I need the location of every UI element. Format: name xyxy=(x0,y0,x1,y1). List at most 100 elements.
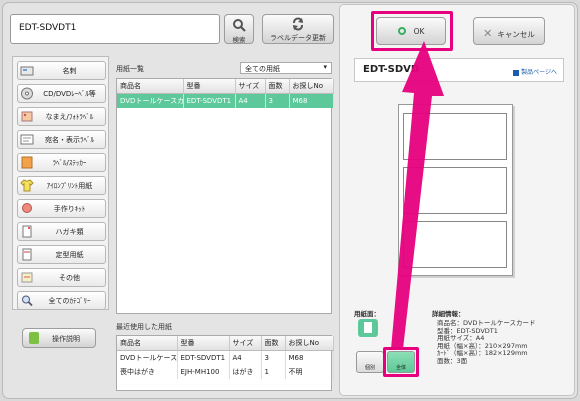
cancel-label: キャンセル xyxy=(497,30,535,39)
search-button-label: 検索 xyxy=(232,36,246,44)
cell: EDT-SDVDT1 xyxy=(183,93,236,108)
help-button[interactable]: 操作説明 xyxy=(22,328,96,348)
cell: M68 xyxy=(285,350,334,365)
col-header[interactable]: 面数 xyxy=(261,336,286,351)
cell: 1 xyxy=(261,365,286,379)
filter-value: 全ての用紙 xyxy=(245,65,280,73)
search-icon xyxy=(22,295,33,307)
recent-list-table: 商品名 型番 サイズ 面数 お探しNo DVDトールケース EDT-SDVDT1… xyxy=(116,335,334,391)
paper-list-table: 商品名 型番 サイズ 面数 お探しNo DVDトールケースカー EDT-SDVD… xyxy=(116,78,334,314)
label-area xyxy=(403,113,507,160)
table-header: 商品名 型番 サイズ 面数 お探しNo xyxy=(117,79,334,94)
view-single-button[interactable]: 個別 xyxy=(356,351,384,373)
col-header[interactable]: お探しNo xyxy=(285,336,334,351)
product-page-link[interactable]: 製品ページへ xyxy=(513,67,557,76)
category-handmade-kit[interactable]: 手作りｷｯﾄ xyxy=(17,199,106,218)
cell: DVDトールケースカー xyxy=(117,93,184,108)
help-button-label: 操作説明 xyxy=(52,335,80,343)
category-label-sticker[interactable]: ﾗﾍﾞﾙ/ｽﾃｯｶｰ xyxy=(17,153,106,172)
paper-face-label: 用紙面： xyxy=(354,310,380,318)
table-row[interactable]: 喪中はがき EJH-MH100 はがき 1 不明 xyxy=(117,365,334,379)
view-whole-button[interactable]: 全体 xyxy=(387,351,415,373)
col-header[interactable]: 商品名 xyxy=(117,79,184,94)
category-label: ｱｲﾛﾝﾌﾟﾘﾝﾄ用紙 xyxy=(46,182,93,190)
category-label: なまえ/ﾌｫﾄﾗﾍﾞﾙ xyxy=(45,113,94,121)
category-label: CD/DVDﾚｰﾍﾞﾙ等 xyxy=(43,90,96,98)
ok-label: OK xyxy=(413,27,425,36)
col-header[interactable]: 型番 xyxy=(183,79,236,94)
search-icon xyxy=(233,19,246,32)
paper-face-selector[interactable] xyxy=(358,319,378,337)
cell: 3 xyxy=(261,350,286,365)
other-icon xyxy=(21,272,33,283)
category-all[interactable]: 全てのｶﾃｺﾞﾘｰ xyxy=(17,291,106,310)
category-address[interactable]: 宛名・表示ﾗﾍﾞﾙ xyxy=(17,130,106,149)
tshirt-icon xyxy=(20,179,34,192)
table-header: 商品名 型番 サイズ 面数 お探しNo xyxy=(117,336,334,351)
category-label: 手作りｷｯﾄ xyxy=(53,205,86,213)
refresh-icon xyxy=(293,17,303,31)
col-header[interactable]: お探しNo xyxy=(289,79,334,94)
cell: はがき xyxy=(229,365,262,379)
product-name: EDT-SDVD xyxy=(363,64,420,75)
tag-icon xyxy=(21,111,33,122)
close-icon: ✕ xyxy=(483,27,493,40)
paper-icon xyxy=(22,248,32,261)
kit-icon xyxy=(22,203,32,213)
col-header[interactable]: 面数 xyxy=(265,79,290,94)
cell: 喪中はがき xyxy=(117,365,178,379)
product-link-label: 製品ページへ xyxy=(521,69,557,76)
col-header[interactable]: 型番 xyxy=(177,336,230,351)
paper-list-title: 用紙一覧 xyxy=(116,65,144,73)
chevron-down-icon: ▾ xyxy=(323,63,327,71)
col-header[interactable]: サイズ xyxy=(235,79,266,94)
external-link-icon xyxy=(513,69,520,76)
category-label: 宛名・表示ﾗﾍﾞﾙ xyxy=(45,136,94,144)
detail-line: 面数：3面 xyxy=(437,356,468,365)
view-single-label: 個別 xyxy=(364,365,375,371)
cancel-button[interactable]: ✕ キャンセル xyxy=(473,17,545,45)
paper-preview xyxy=(398,104,513,276)
update-button-label: ラベルデータ更新 xyxy=(270,34,326,42)
category-cd-dvd[interactable]: CD/DVDﾚｰﾍﾞﾙ等 xyxy=(17,84,106,103)
cell: A4 xyxy=(235,93,266,108)
cell: M68 xyxy=(289,93,334,108)
category-iron-print[interactable]: ｱｲﾛﾝﾌﾟﾘﾝﾄ用紙 xyxy=(17,176,106,195)
cell: EDT-SDVDT1 xyxy=(177,350,230,365)
category-label: ハガキ類 xyxy=(55,228,84,236)
search-input[interactable]: EDT-SDVDT1 xyxy=(10,14,220,44)
view-whole-label: 全体 xyxy=(395,365,406,371)
cell: 3 xyxy=(265,93,290,108)
postcard-icon xyxy=(22,225,32,238)
update-label-data-button[interactable]: ラベルデータ更新 xyxy=(262,14,334,44)
ok-circle-icon xyxy=(397,27,406,35)
category-meishi[interactable]: 名刺 xyxy=(17,61,106,80)
category-other[interactable]: その他 xyxy=(17,268,106,287)
sticker-icon xyxy=(21,156,33,169)
cell: DVDトールケース xyxy=(117,350,178,365)
cell: EJH-MH100 xyxy=(177,365,230,379)
table-row[interactable]: DVDトールケース EDT-SDVDT1 A4 3 M68 xyxy=(117,350,334,365)
category-label: 定型用紙 xyxy=(55,251,84,259)
col-header[interactable]: 商品名 xyxy=(117,336,178,351)
cell: A4 xyxy=(229,350,262,365)
category-label: ﾗﾍﾞﾙ/ｽﾃｯｶｰ xyxy=(52,159,87,167)
category-label: 全てのｶﾃｺﾞﾘｰ xyxy=(48,297,91,305)
details-text: 商品名：DVDトールケースカード 型番：EDT-SDVDT1 用紙サイズ：A4 … xyxy=(437,319,536,365)
category-name-photo[interactable]: なまえ/ﾌｫﾄﾗﾍﾞﾙ xyxy=(17,107,106,126)
details-title: 詳細情報： xyxy=(432,310,465,318)
search-button[interactable]: 検索 xyxy=(224,14,254,44)
beginner-icon xyxy=(29,332,39,344)
category-sidebar: 名刺 CD/DVDﾚｰﾍﾞﾙ等 なまえ/ﾌｫﾄﾗﾍﾞﾙ 宛名・表示ﾗﾍﾞﾙ ﾗﾍ… xyxy=(12,56,109,310)
disc-icon xyxy=(21,87,33,100)
cell: 不明 xyxy=(285,365,334,379)
category-postcard[interactable]: ハガキ類 xyxy=(17,222,106,241)
category-label: その他 xyxy=(59,274,80,282)
table-row[interactable]: DVDトールケースカー EDT-SDVDT1 A4 3 M68 xyxy=(117,93,334,108)
business-card-icon xyxy=(20,66,34,76)
ok-button[interactable]: OK xyxy=(376,17,446,45)
col-header[interactable]: サイズ xyxy=(229,336,262,351)
paper-filter-select[interactable]: 全ての用紙 ▾ xyxy=(240,62,332,74)
label-area xyxy=(403,221,507,268)
category-standard-paper[interactable]: 定型用紙 xyxy=(17,245,106,264)
